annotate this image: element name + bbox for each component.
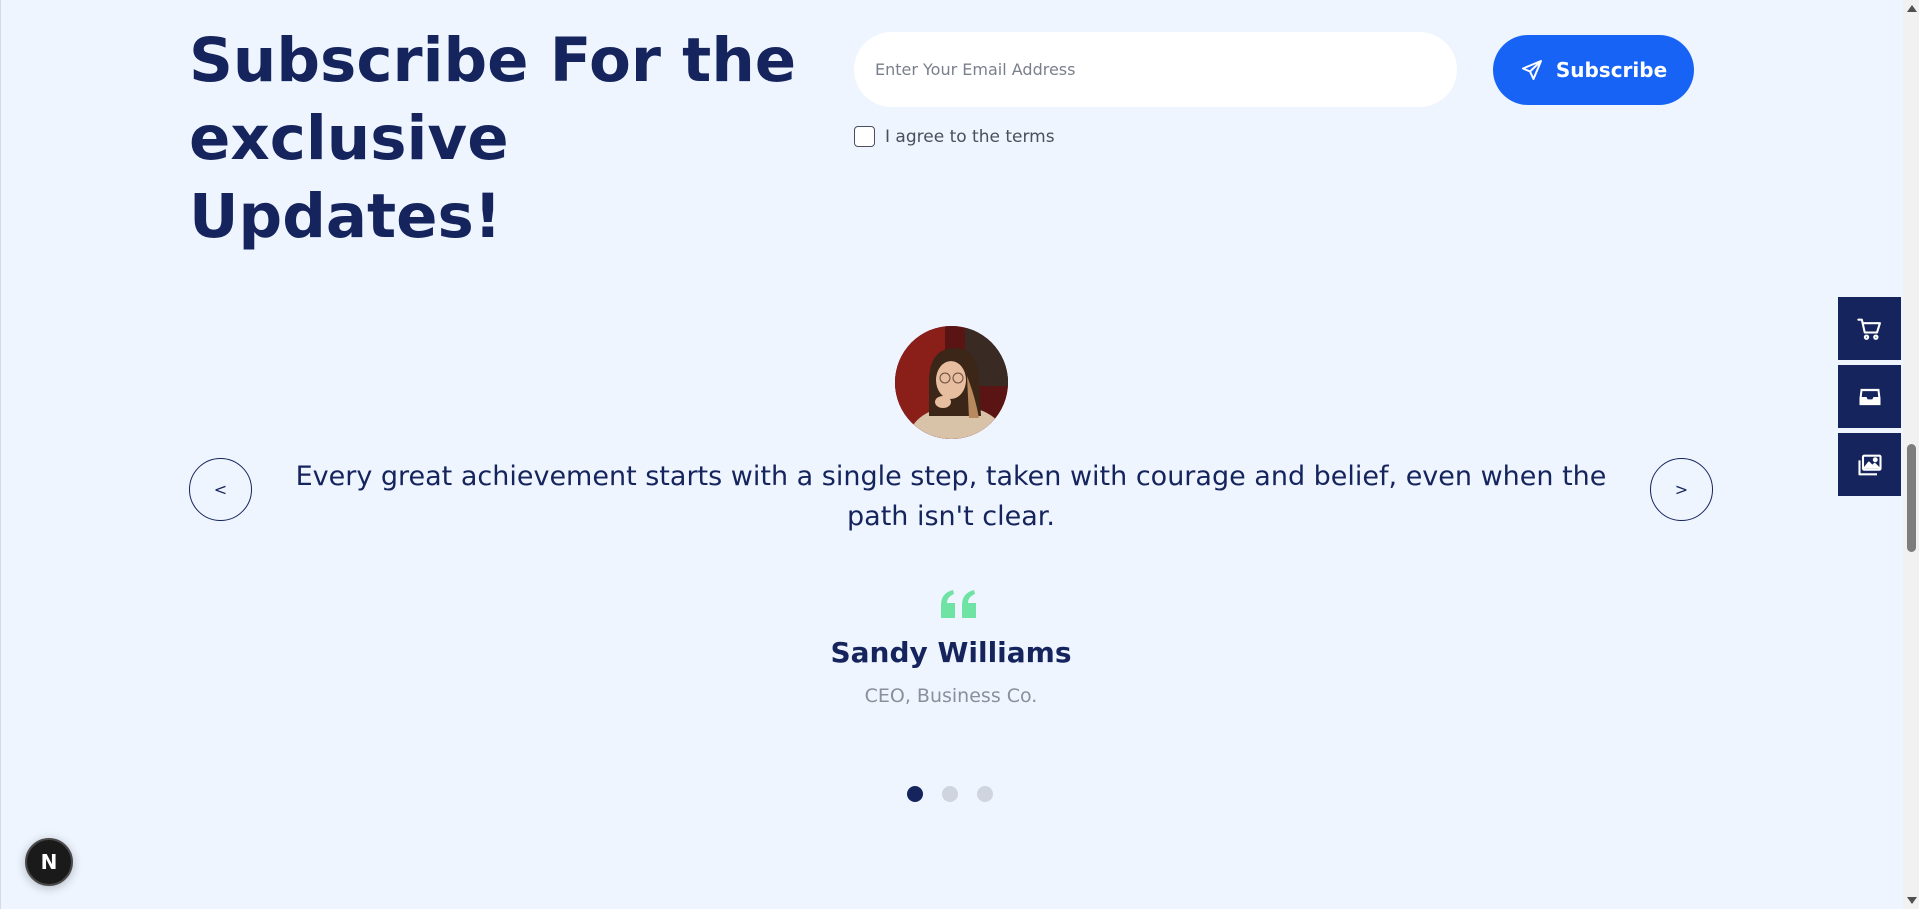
scroll-up-arrow[interactable]	[1907, 5, 1917, 12]
nextjs-badge[interactable]: N	[25, 838, 73, 886]
quote-icon	[941, 590, 976, 618]
testimonial-role: CEO, Business Co.	[864, 685, 1038, 707]
subscribe-button[interactable]: Subscribe	[1493, 35, 1694, 105]
side-inbox-button[interactable]	[1838, 365, 1901, 428]
subscribe-button-label: Subscribe	[1555, 58, 1668, 82]
agree-terms-label: I agree to the terms	[885, 126, 1055, 147]
inbox-icon	[1859, 388, 1880, 405]
testimonial-prev-button[interactable]: <	[189, 458, 252, 521]
testimonial-pagination	[907, 786, 993, 802]
side-cart-button[interactable]	[1838, 297, 1901, 360]
page: Subscribe For the exclusive Updates! I a…	[0, 0, 1919, 909]
paper-plane-icon	[1521, 60, 1542, 80]
side-images-button[interactable]	[1838, 433, 1901, 496]
page-scrollbar[interactable]	[1903, 0, 1919, 909]
scroll-down-arrow[interactable]	[1907, 897, 1917, 904]
nextjs-badge-label: N	[40, 850, 58, 874]
agree-terms-row: I agree to the terms	[854, 126, 1055, 147]
agree-terms-checkbox[interactable]	[854, 126, 875, 147]
scroll-thumb[interactable]	[1907, 444, 1916, 552]
email-input[interactable]	[854, 32, 1457, 107]
testimonial-dot-3[interactable]	[977, 786, 993, 802]
cart-icon	[1856, 318, 1881, 340]
subscribe-title: Subscribe For the exclusive Updates!	[189, 25, 797, 252]
testimonial-name: Sandy Williams	[830, 636, 1072, 669]
testimonial-dot-1[interactable]	[907, 786, 923, 802]
testimonial-next-button[interactable]: >	[1650, 458, 1713, 521]
testimonial-avatar	[895, 326, 1008, 439]
testimonial-quote: Every great achievement starts with a si…	[295, 461, 1607, 532]
images-icon	[1857, 454, 1882, 475]
testimonial-dot-2[interactable]	[942, 786, 958, 802]
